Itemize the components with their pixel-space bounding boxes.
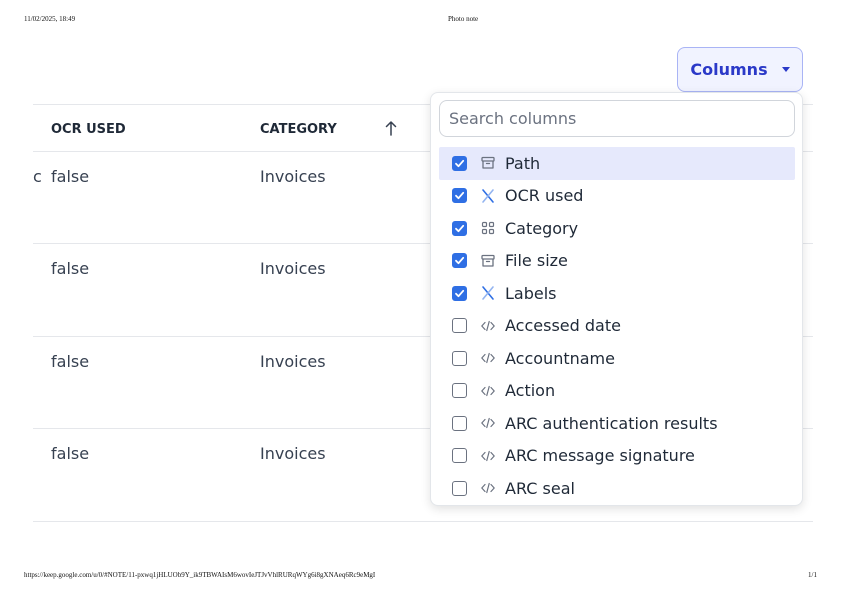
code-icon bbox=[480, 415, 496, 431]
code-icon bbox=[480, 383, 496, 399]
checkbox-unchecked[interactable] bbox=[452, 383, 467, 399]
grid-icon bbox=[480, 220, 496, 236]
column-option-label: Labels bbox=[505, 283, 557, 303]
column-option-label: Accessed date bbox=[505, 316, 621, 336]
boolean-icon bbox=[480, 285, 496, 301]
checkbox-unchecked[interactable] bbox=[452, 350, 467, 366]
column-option[interactable]: Accountname bbox=[439, 342, 795, 375]
caret-down-icon bbox=[781, 67, 790, 72]
column-option-label: ARC seal bbox=[505, 478, 575, 498]
column-list: Path OCR used Category File size Labels Acces… bbox=[439, 147, 795, 505]
cell-category: Invoices bbox=[260, 352, 326, 371]
code-icon bbox=[480, 480, 496, 496]
column-option[interactable]: Path bbox=[439, 147, 795, 180]
checkbox-unchecked[interactable] bbox=[452, 415, 467, 431]
print-title: Photo note bbox=[448, 15, 479, 23]
print-url: https://keep.google.com/u/0/#NOTE/11-pxw… bbox=[24, 571, 376, 579]
column-option-label: OCR used bbox=[505, 186, 584, 206]
cell-category: Invoices bbox=[260, 444, 326, 463]
checkbox-checked[interactable] bbox=[452, 285, 467, 301]
checkbox-checked[interactable] bbox=[452, 188, 467, 204]
column-option-label: Category bbox=[505, 218, 579, 238]
print-page-number: 1/1 bbox=[808, 571, 817, 579]
sort-ascending-icon[interactable] bbox=[385, 120, 397, 136]
column-option[interactable]: Accessed date bbox=[439, 310, 795, 343]
header-category[interactable]: CATEGORY bbox=[260, 122, 337, 137]
checkbox-checked[interactable] bbox=[452, 253, 467, 269]
table-divider bbox=[33, 521, 813, 522]
code-icon bbox=[480, 318, 496, 334]
columns-button-label: Columns bbox=[690, 60, 768, 79]
column-option-label: ARC authentication results bbox=[505, 413, 718, 433]
column-option[interactable]: ARC message signature bbox=[439, 440, 795, 473]
column-option[interactable]: ARC seal bbox=[439, 472, 795, 505]
columns-button[interactable]: Columns bbox=[677, 47, 803, 92]
code-icon bbox=[480, 350, 496, 366]
column-option-label: Path bbox=[505, 153, 541, 173]
cell-category: Invoices bbox=[260, 259, 326, 278]
print-datetime: 11/02/2025, 18:49 bbox=[24, 15, 76, 23]
column-option-label: File size bbox=[505, 251, 568, 271]
cell-ocr-used: false bbox=[51, 444, 90, 463]
column-option-label: Accountname bbox=[505, 348, 615, 368]
archive-icon bbox=[480, 155, 496, 171]
checkbox-unchecked[interactable] bbox=[452, 448, 467, 464]
boolean-icon bbox=[480, 188, 496, 204]
column-option[interactable]: ARC authentication results bbox=[439, 407, 795, 440]
cell-ocr-used: false bbox=[51, 352, 90, 371]
column-picker-dropdown: Path OCR used Category File size Labels Acces… bbox=[430, 92, 803, 506]
archive-icon bbox=[480, 253, 496, 269]
header-ocr-used[interactable]: OCR USED bbox=[51, 122, 126, 137]
column-option[interactable]: File size bbox=[439, 245, 795, 278]
checkbox-unchecked[interactable] bbox=[452, 480, 467, 496]
cell-ocr-used: false bbox=[51, 259, 90, 278]
column-option-label: Action bbox=[505, 381, 556, 401]
column-option[interactable]: Category bbox=[439, 212, 795, 245]
code-icon bbox=[480, 448, 496, 464]
checkbox-unchecked[interactable] bbox=[452, 318, 467, 334]
search-columns-input[interactable] bbox=[439, 100, 795, 137]
cell-ocr-used: false bbox=[51, 167, 90, 186]
checkbox-checked[interactable] bbox=[452, 220, 467, 236]
column-option[interactable]: Labels bbox=[439, 277, 795, 310]
column-option-label: ARC message signature bbox=[505, 446, 695, 466]
column-option[interactable]: Action bbox=[439, 375, 795, 408]
column-option[interactable]: OCR used bbox=[439, 180, 795, 213]
cell-category: Invoices bbox=[260, 167, 326, 186]
truncated-cell: c bbox=[33, 167, 42, 186]
checkbox-checked[interactable] bbox=[452, 155, 467, 171]
